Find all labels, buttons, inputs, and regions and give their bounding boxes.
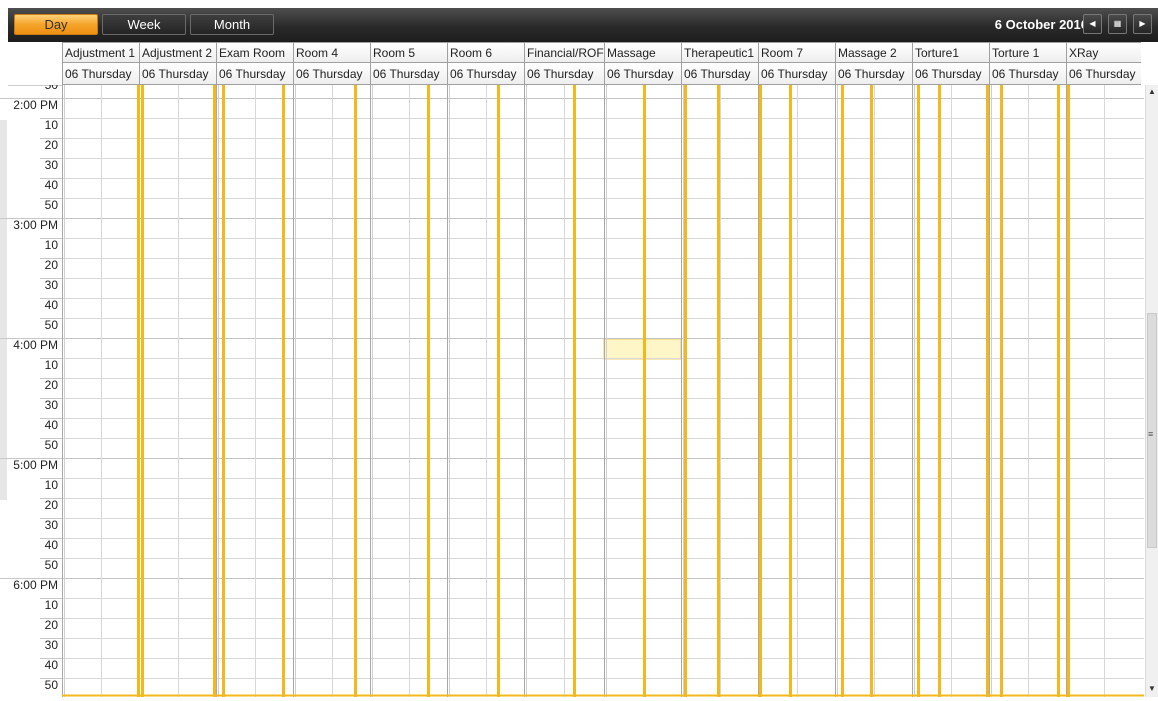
time-label: 50 [44, 678, 58, 692]
current-date-label: 6 October 2016 [994, 17, 1088, 32]
accent-stripe [643, 85, 646, 697]
time-label: 50 [44, 438, 58, 452]
vertical-scrollbar[interactable]: ▲ ≡ ▼ [1145, 85, 1158, 697]
resource-header[interactable]: Massage [604, 42, 681, 63]
resource-day-header[interactable]: 06 Thursday [912, 63, 989, 85]
resource-header[interactable]: Adjustment 1 [62, 42, 139, 63]
resource-day-header[interactable]: 06 Thursday [604, 63, 681, 85]
time-label: 20 [44, 498, 58, 512]
time-label: 40 [44, 538, 58, 552]
time-label: 10 [44, 598, 58, 612]
selected-slot [603, 338, 682, 360]
time-label: 20 [44, 138, 58, 152]
time-label: 3:00 PM [13, 218, 58, 232]
accent-stripe [573, 85, 576, 697]
resource-header[interactable]: Room 5 [370, 42, 447, 63]
time-ruler: 50 2:00 PM 10 20 30 40 50 3:00 PM 10 20 30 40 50 4:00… [0, 85, 62, 697]
chevron-right-icon[interactable]: ▶ [1133, 14, 1152, 34]
resource-header[interactable]: Massage 2 [835, 42, 912, 63]
accent-stripe [986, 85, 989, 697]
accent-stripe [789, 85, 792, 697]
accent-stripe [870, 85, 873, 697]
time-label: 10 [44, 238, 58, 252]
resource-header[interactable]: Adjustment 2 [139, 42, 216, 63]
week-view-button[interactable]: Week [102, 14, 186, 35]
time-label: 30 [44, 398, 58, 412]
time-label: 10 [44, 358, 58, 372]
resource-day-header[interactable]: 06 Thursday [1066, 63, 1141, 85]
accent-stripe [917, 85, 920, 697]
accent-stripe [282, 85, 285, 697]
accent-stripe [427, 85, 430, 697]
time-label: 40 [44, 658, 58, 672]
scroll-up-icon[interactable]: ▲ [1148, 87, 1156, 96]
accent-stripe [213, 85, 216, 697]
time-label: 6:00 PM [13, 578, 58, 592]
accent-stripe [1067, 85, 1070, 697]
time-label: 30 [44, 278, 58, 292]
chevron-left-icon[interactable]: ◀ [1083, 14, 1102, 34]
toolbar: Day Week Month 6 October 2016 ◀ ▦ ▶ [8, 8, 1158, 42]
time-label: 30 [44, 638, 58, 652]
time-label: 50 [44, 198, 58, 212]
time-label: 20 [44, 258, 58, 272]
time-label: 40 [44, 298, 58, 312]
resource-day-header[interactable]: 06 Thursday [447, 63, 524, 85]
resource-day-header[interactable]: 06 Thursday [524, 63, 604, 85]
month-view-button[interactable]: Month [190, 14, 274, 35]
time-label: 40 [44, 178, 58, 192]
resource-header[interactable]: Torture1 [912, 42, 989, 63]
time-label: 50 [44, 85, 58, 92]
accent-stripe [1000, 85, 1003, 697]
resource-header[interactable]: Financial/ROF [524, 42, 604, 63]
resource-header[interactable]: Room 6 [447, 42, 524, 63]
accent-stripe [841, 85, 844, 697]
time-label: 20 [44, 378, 58, 392]
header-corner [8, 42, 62, 86]
schedule-grid-canvas [62, 85, 1144, 697]
resource-header[interactable]: Therapeutic1 [681, 42, 758, 63]
resource-day-header[interactable]: 06 Thursday [370, 63, 447, 85]
resource-header[interactable]: Room 7 [758, 42, 835, 63]
accent-stripe [759, 85, 762, 697]
schedule-grid[interactable] [62, 85, 1144, 697]
accent-stripe [938, 85, 941, 697]
resource-day-header[interactable]: 06 Thursday [758, 63, 835, 85]
time-label: 10 [44, 478, 58, 492]
resource-header[interactable]: Room 4 [293, 42, 370, 63]
resource-day-header[interactable]: 06 Thursday [989, 63, 1066, 85]
time-label: 2:00 PM [13, 98, 58, 112]
time-label: 30 [44, 158, 58, 172]
resource-day-header[interactable]: 06 Thursday [835, 63, 912, 85]
time-label: 4:00 PM [13, 338, 58, 352]
resource-day-header[interactable]: 06 Thursday [139, 63, 216, 85]
day-view-button[interactable]: Day [14, 14, 98, 35]
time-label: 40 [44, 418, 58, 432]
calendar-icon[interactable]: ▦ [1108, 14, 1127, 34]
resource-header[interactable]: Exam Room [216, 42, 293, 63]
accent-stripe [684, 85, 687, 697]
resource-day-header[interactable]: 06 Thursday [62, 63, 139, 85]
time-label: 50 [44, 318, 58, 332]
time-label: 50 [44, 558, 58, 572]
grip-icon: ≡ [1148, 429, 1154, 439]
accent-stripe [354, 85, 357, 697]
resource-header[interactable]: XRay [1066, 42, 1141, 63]
resource-day-header[interactable]: 06 Thursday [681, 63, 758, 85]
resource-header[interactable]: Torture 1 [989, 42, 1066, 63]
time-label: 5:00 PM [13, 458, 58, 472]
accent-stripe [497, 85, 500, 697]
resource-day-header[interactable]: 06 Thursday [216, 63, 293, 85]
accent-stripe [222, 85, 225, 697]
resource-day-header[interactable]: 06 Thursday [293, 63, 370, 85]
scroll-down-icon[interactable]: ▼ [1148, 684, 1156, 693]
time-label: 30 [44, 518, 58, 532]
accent-stripe [1057, 85, 1060, 697]
accent-stripe [141, 85, 144, 697]
time-label: 20 [44, 618, 58, 632]
time-label: 10 [44, 118, 58, 132]
accent-stripe [717, 85, 720, 697]
accent-stripe [137, 85, 140, 697]
